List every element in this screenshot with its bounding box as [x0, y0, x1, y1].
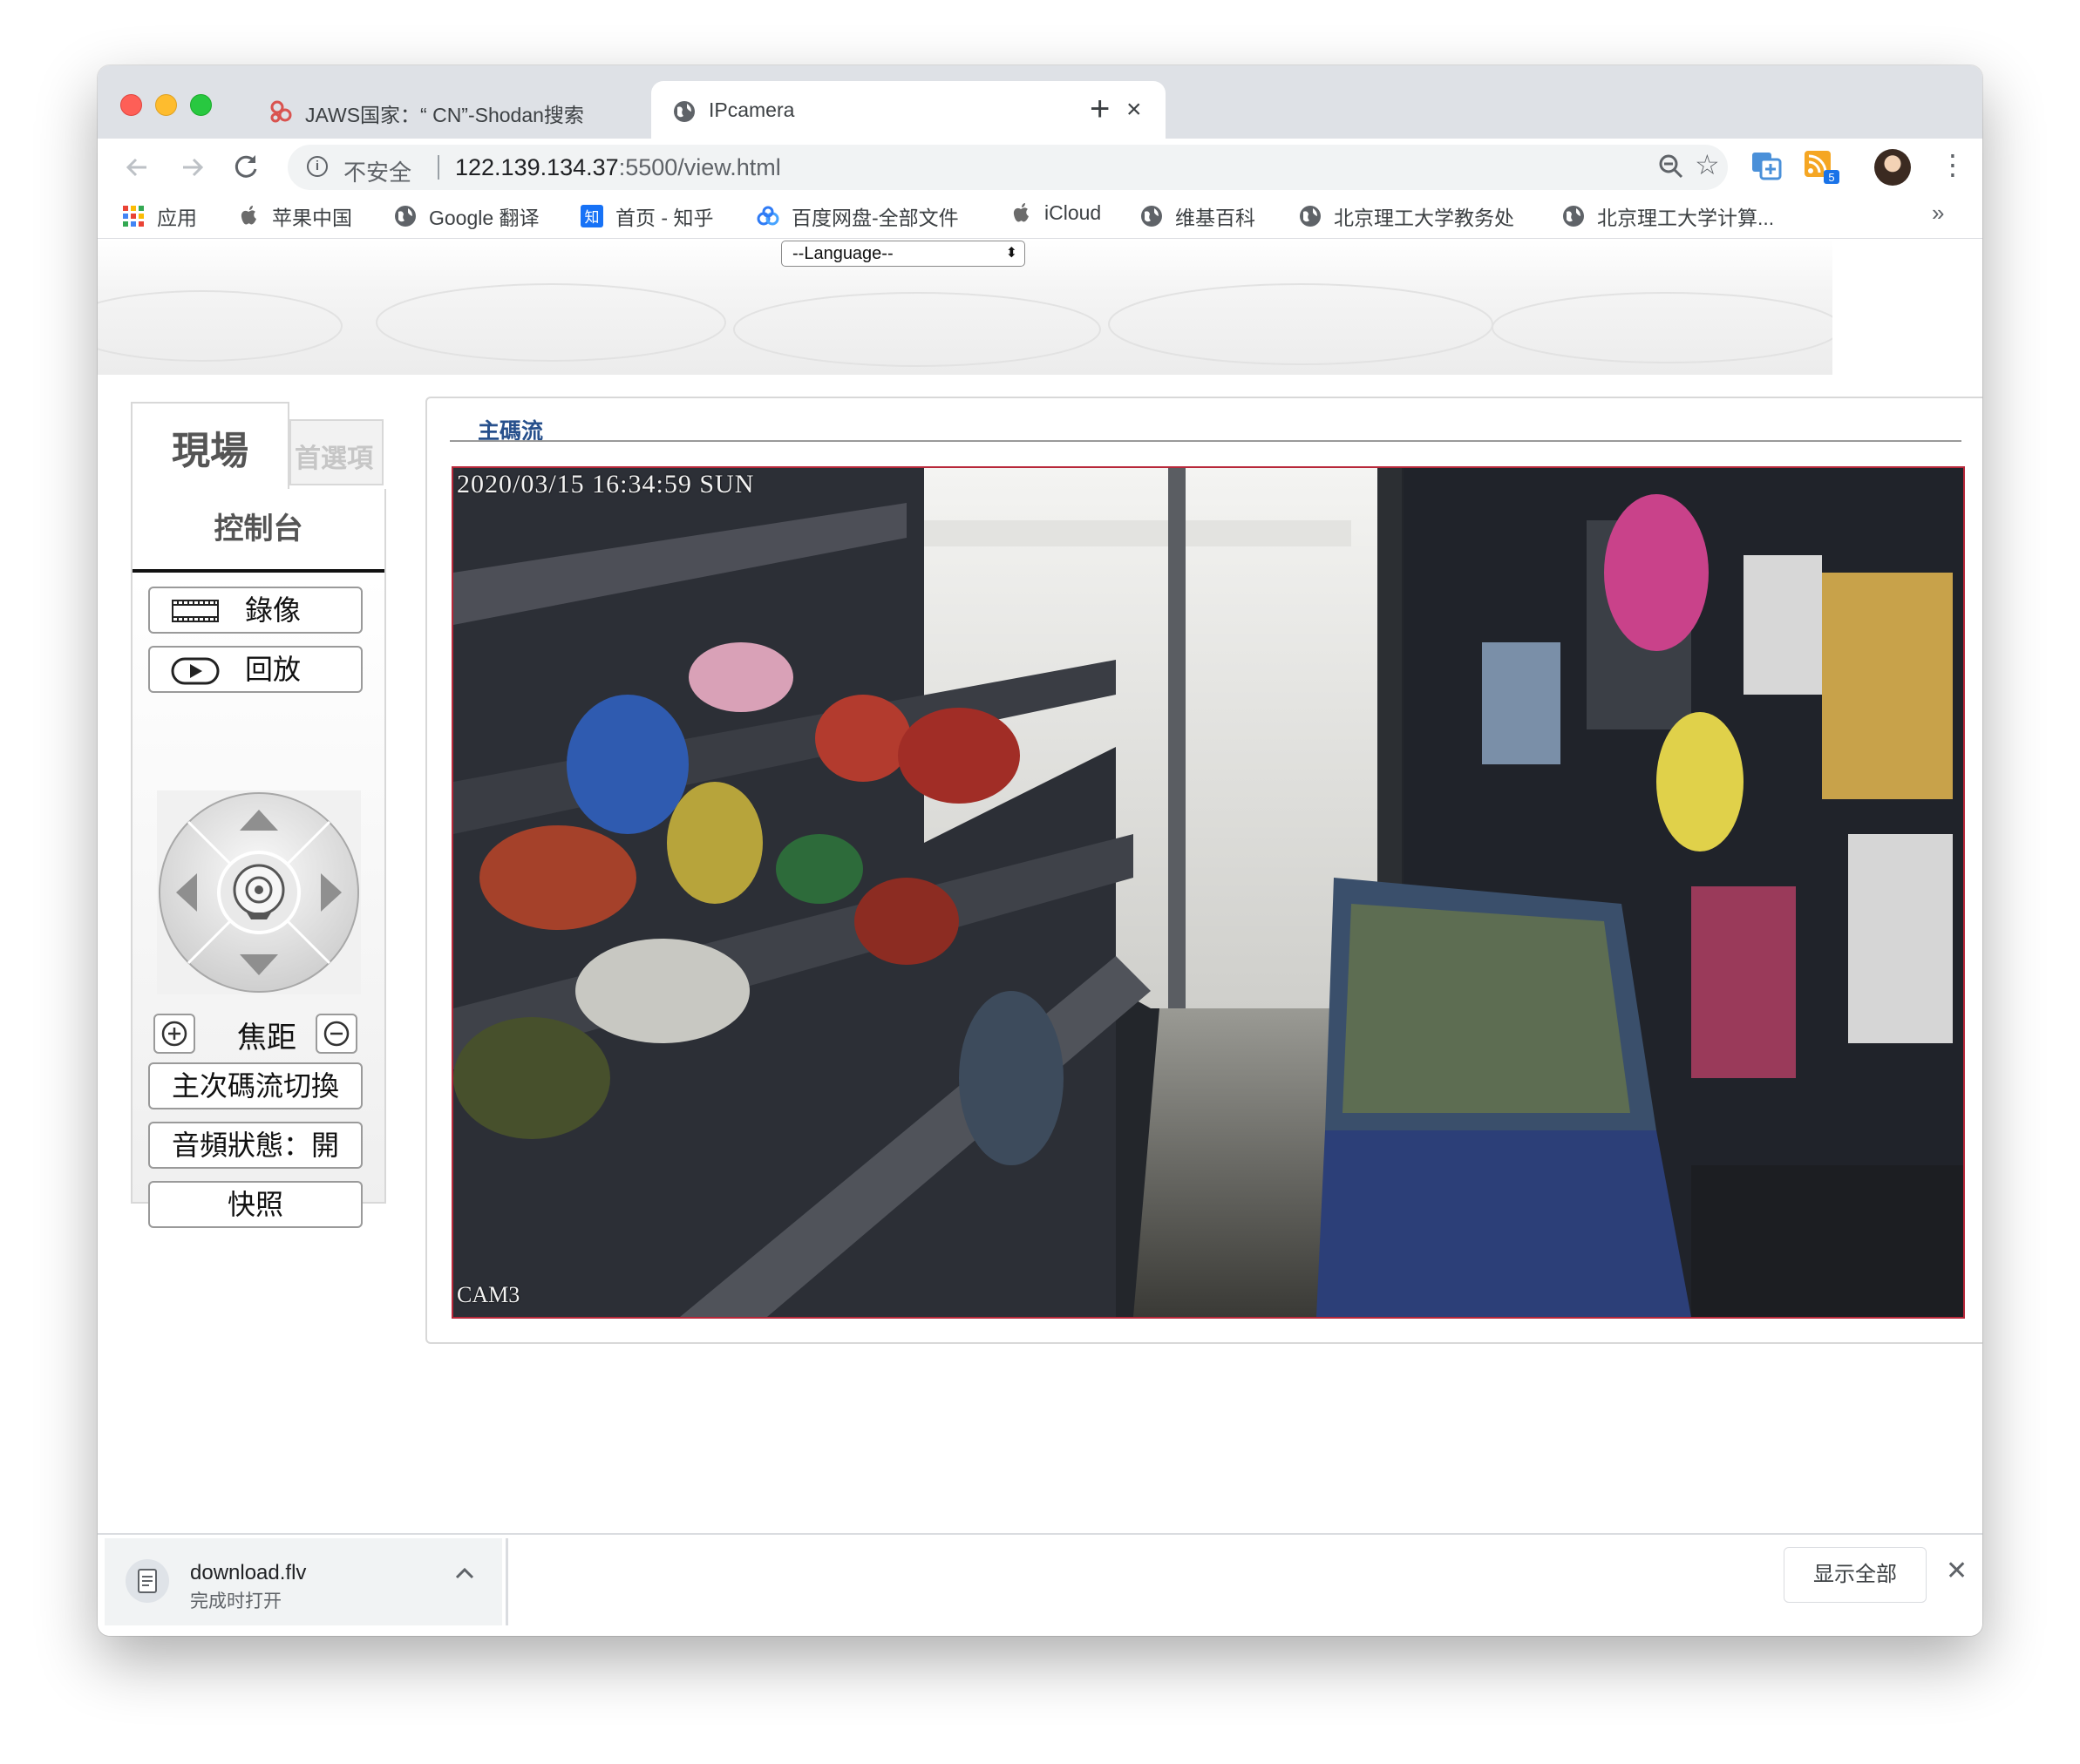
shodan-icon	[270, 100, 292, 123]
forward-icon[interactable]	[178, 153, 207, 182]
select-arrows-icon: ⬍	[1005, 246, 1017, 261]
zoom-in-button[interactable]	[153, 1014, 195, 1054]
playback-button[interactable]: 回放	[148, 646, 363, 693]
security-label: 不安全	[343, 159, 412, 186]
info-icon[interactable]: i	[307, 156, 328, 177]
chevron-up-icon[interactable]	[453, 1564, 476, 1582]
close-tab-icon[interactable]: ×	[1126, 95, 1142, 125]
download-item[interactable]: download.flv 完成时打开	[105, 1538, 502, 1625]
stream-switch-button[interactable]: 主次碼流切換	[148, 1062, 363, 1109]
header-banner: --Language-- ⬍	[98, 239, 1832, 375]
ptz-control[interactable]	[157, 790, 361, 994]
download-status: 完成时打开	[190, 1591, 282, 1611]
globe-icon	[1563, 206, 1584, 227]
bookmark-bit-computing[interactable]: 北京理工大学计算...	[1562, 201, 1774, 231]
translate-extension-icon[interactable]	[1750, 151, 1782, 180]
maximize-window-button[interactable]	[190, 94, 212, 116]
toolbar: i 不安全 122.139.134.37:5500/view.html ☆ 5 …	[98, 139, 1982, 193]
bookmark-star-icon[interactable]: ☆	[1695, 148, 1720, 181]
zoom-label: 焦距	[237, 1021, 296, 1055]
browser-window: JAWS国家：“ CN”-Shodan搜索 × IPcamera × + i 不…	[98, 65, 1982, 1636]
record-button[interactable]: 錄像	[148, 587, 363, 634]
download-filename: download.flv	[190, 1561, 307, 1584]
show-all-button[interactable]: 显示全部	[1784, 1547, 1927, 1603]
back-icon[interactable]	[122, 153, 152, 182]
close-window-button[interactable]	[120, 94, 142, 116]
bookmark-wikipedia[interactable]: 维基百科	[1140, 201, 1255, 231]
camera-feed-image	[453, 468, 1963, 1317]
reload-icon[interactable]	[232, 152, 262, 181]
play-icon	[171, 657, 220, 685]
address-bar[interactable]: i 不安全 122.139.134.37:5500/view.html ☆	[288, 145, 1728, 190]
file-icon	[126, 1559, 169, 1603]
tab-title: JAWS国家：“ CN”-Shodan搜索	[305, 104, 584, 126]
bookmarks-bar: 应用 苹果中国 Google 翻译 知 首页 - 知乎 百度网盘-全部文件 iC…	[98, 193, 1982, 239]
bookmark-apps[interactable]: 应用	[122, 201, 197, 231]
divider	[438, 155, 439, 180]
film-icon	[172, 600, 219, 622]
console-panel: 控制台 錄像 回放 焦距 主次碼流切換 音頻狀態：開 快照	[131, 489, 386, 1228]
minimize-window-button[interactable]	[155, 94, 177, 116]
apps-grid-icon	[123, 206, 144, 227]
bookmark-apple-china[interactable]: 苹果中国	[237, 201, 352, 231]
close-icon[interactable]: ✕	[1946, 1556, 1968, 1586]
tab-ipcamera[interactable]: IPcamera ×	[651, 81, 1166, 139]
svg-text:5: 5	[1828, 171, 1834, 184]
divider	[506, 1538, 508, 1625]
tab-strip: JAWS国家：“ CN”-Shodan搜索 × IPcamera × +	[98, 65, 1982, 139]
bookmark-bit-academic[interactable]: 北京理工大学教务处	[1299, 201, 1514, 231]
globe-icon	[395, 206, 416, 227]
rss-extension-icon[interactable]: 5	[1805, 147, 1843, 186]
control-sidebar: 現場 首選項 控制台 錄像 回放 焦距 主次碼流切換 音頻狀態：開 快照	[131, 402, 386, 1228]
bookmark-icloud[interactable]: iCloud	[1009, 201, 1101, 225]
download-bar: download.flv 完成时打开 显示全部 ✕	[98, 1533, 1982, 1636]
camera-label: CAM3	[457, 1282, 520, 1307]
console-title: 控制台	[214, 512, 303, 546]
video-timestamp: 2020/03/15 16:34:59 SUN	[457, 470, 755, 499]
zoom-out-button[interactable]	[316, 1014, 357, 1054]
bookmark-baidu-pan[interactable]: 百度网盘-全部文件	[757, 201, 959, 231]
bookmarks-overflow-icon[interactable]: »	[1932, 200, 1944, 227]
tab-preferences[interactable]: 首選項	[289, 419, 384, 485]
apple-icon	[1013, 202, 1029, 222]
apple-icon	[241, 206, 256, 225]
zoom-controls: 焦距	[153, 1012, 366, 1055]
new-tab-button[interactable]: +	[1090, 92, 1110, 126]
zoom-icon[interactable]	[1658, 153, 1684, 180]
divider	[133, 569, 384, 573]
svg-text:知: 知	[585, 209, 600, 227]
baidu-pan-icon	[757, 206, 779, 226]
live-video[interactable]: 2020/03/15 16:34:59 SUN CAM3	[452, 466, 1965, 1319]
divider	[450, 440, 1961, 442]
minus-circle-icon	[323, 1021, 350, 1047]
tab-title: IPcamera	[709, 98, 795, 121]
profile-avatar[interactable]	[1874, 149, 1911, 186]
page-content: --Language-- ⬍ 現場 首選項 控制台 錄像 回放 焦距 主次碼流切…	[98, 239, 1982, 1533]
tab-live[interactable]: 現場	[131, 402, 289, 489]
globe-icon	[674, 101, 695, 122]
audio-status-button[interactable]: 音頻狀態：開	[148, 1122, 363, 1169]
bookmark-zhihu[interactable]: 知 首页 - 知乎	[581, 201, 713, 231]
globe-icon	[1300, 206, 1321, 227]
url-text[interactable]: 122.139.134.37:5500/view.html	[455, 154, 781, 181]
video-panel: 主碼流 2020/03/15 16:34:59 SUN CAM3	[425, 397, 1982, 1344]
language-select[interactable]: --Language-- ⬍	[781, 241, 1025, 267]
zhihu-icon: 知	[581, 205, 603, 227]
more-menu-icon[interactable]: ⋮	[1939, 147, 1967, 182]
bookmark-google-translate[interactable]: Google 翻译	[394, 201, 540, 231]
snapshot-button[interactable]: 快照	[148, 1181, 363, 1228]
plus-circle-icon	[161, 1021, 187, 1047]
globe-icon	[1141, 206, 1162, 227]
